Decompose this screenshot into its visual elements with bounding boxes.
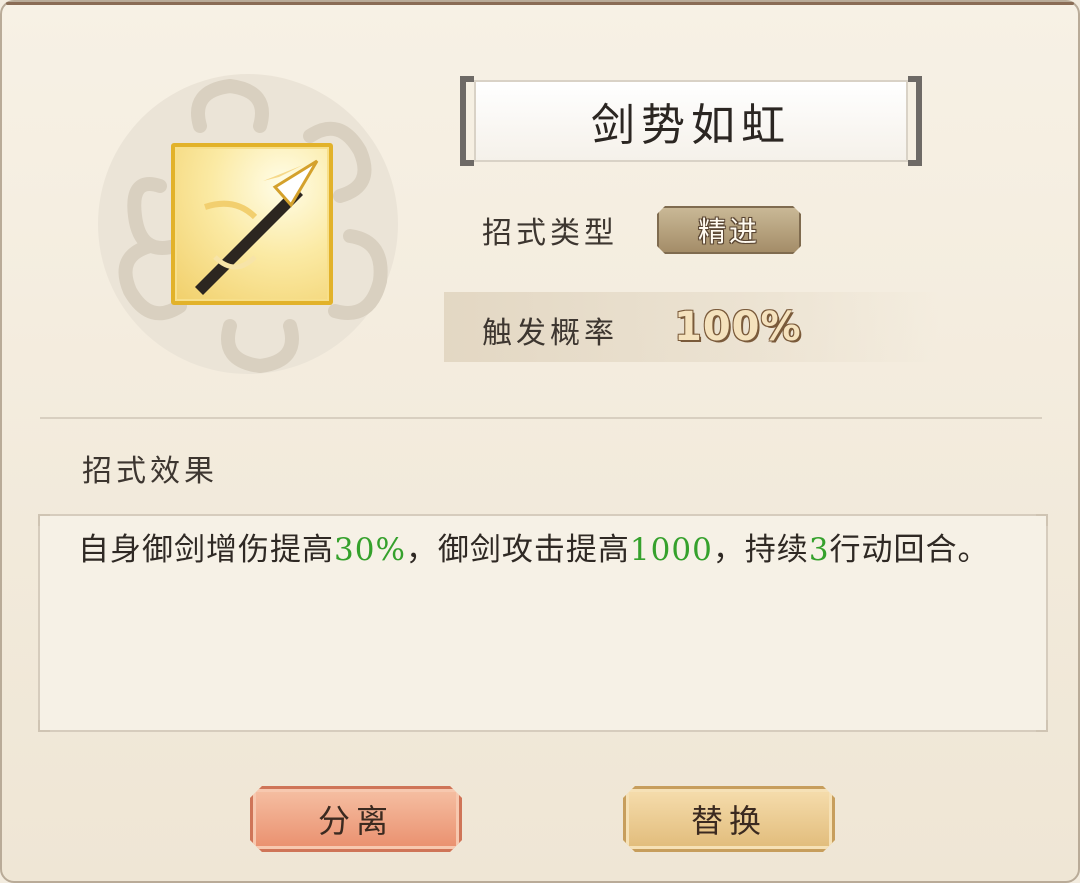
split-button[interactable]: 分离: [250, 786, 462, 852]
effect-text-part: 行动回合。: [829, 532, 990, 568]
effect-value-duration: 3: [808, 532, 830, 568]
trigger-probability-label: 触发概率: [482, 316, 618, 351]
box-corner: [38, 720, 50, 732]
effect-description-text: 自身御剑增伤提高30%，御剑攻击提高1000，持续3行动回合。: [78, 526, 1018, 574]
box-corner: [1036, 514, 1048, 526]
skill-name: 剑势如虹: [474, 80, 908, 162]
trigger-probability-value: 100%: [674, 304, 802, 350]
effect-text-part: 自身御剑增伤提高: [78, 532, 334, 568]
skill-icon: [171, 143, 333, 305]
effect-value-damage-bonus: 30%: [334, 532, 406, 568]
section-divider: [40, 417, 1042, 419]
effect-description-box: 自身御剑增伤提高30%，御剑攻击提高1000，持续3行动回合。: [38, 514, 1048, 732]
skill-title-plate: 剑势如虹: [460, 76, 922, 166]
replace-button[interactable]: 替换: [623, 786, 835, 852]
effect-text-part: ，御剑攻击提高: [405, 532, 630, 568]
title-bracket-right: [908, 76, 922, 166]
effect-section-label: 招式效果: [82, 454, 218, 489]
skill-type-badge: 精进: [657, 206, 801, 254]
title-bracket-left: [460, 76, 474, 166]
effect-text-part: ，持续: [712, 532, 809, 568]
skill-type-label: 招式类型: [482, 216, 618, 251]
box-corner: [1036, 720, 1048, 732]
box-corner: [38, 514, 50, 526]
skill-detail-panel: 剑势如虹 招式类型 精进 触发概率 100% 招式效果 自身御剑增伤提高30%，…: [0, 0, 1080, 883]
effect-value-attack-bonus: 1000: [629, 532, 713, 568]
arrow-spear-icon: [195, 159, 319, 295]
